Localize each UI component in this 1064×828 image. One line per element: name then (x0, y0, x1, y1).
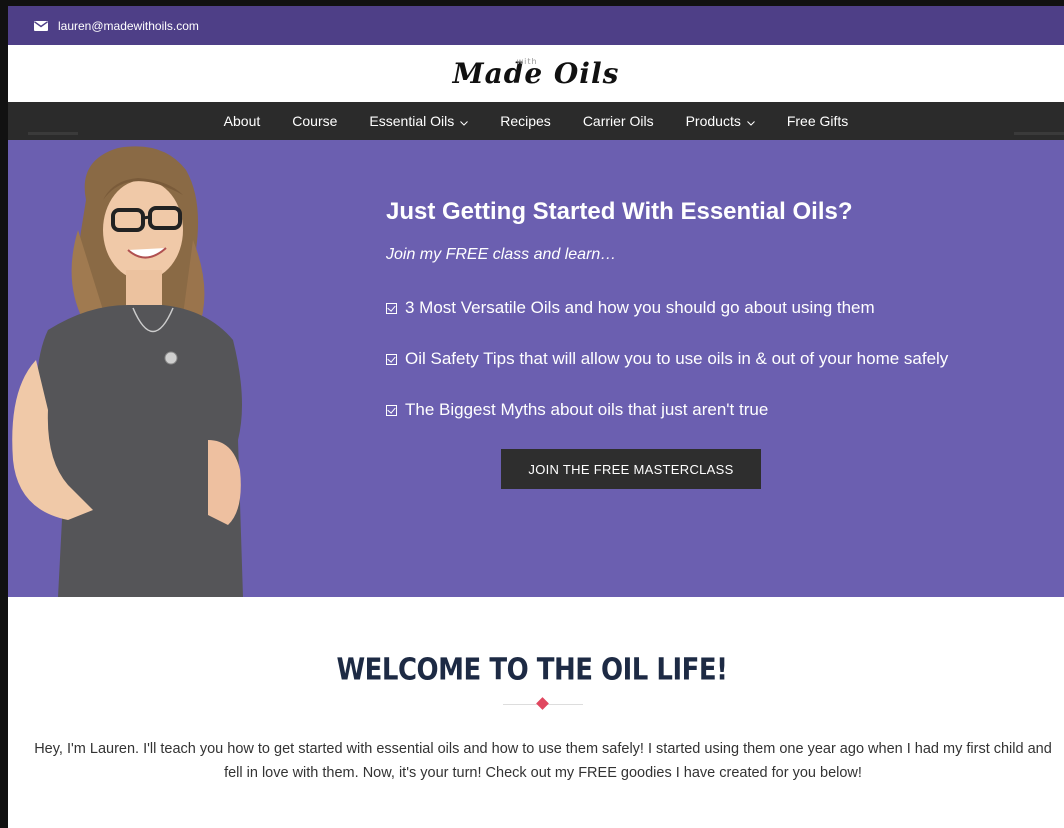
chevron-down-icon (460, 113, 469, 129)
join-masterclass-button[interactable]: JOIN THE FREE MASTERCLASS (501, 449, 761, 489)
main-nav: About Course Essential Oils Recipes Carr… (8, 102, 1064, 140)
hero-subtitle: Join my FREE class and learn… (386, 246, 617, 263)
welcome-paragraph: Hey, I'm Lauren. I'll teach you how to g… (34, 741, 1052, 781)
nav-edge-right (1014, 132, 1064, 135)
site-logo[interactable]: Made Oils with (453, 57, 620, 90)
top-bar: lauren@madewithoils.com (8, 6, 1064, 45)
logo-bar: Made Oils with (8, 45, 1064, 102)
checkbox-icon (386, 404, 397, 416)
chevron-down-icon (746, 113, 755, 129)
nav-item-products[interactable]: Products (686, 113, 755, 129)
checkbox-icon (386, 302, 397, 314)
benefit-item: 3 Most Versatile Oils and how you should… (386, 298, 875, 318)
section-divider (503, 697, 583, 711)
nav-item-essential-oils[interactable]: Essential Oils (369, 113, 469, 129)
benefit-item: The Biggest Myths about oils that just a… (386, 400, 768, 420)
nav-item-carrier-oils[interactable]: Carrier Oils (583, 113, 654, 129)
mail-icon (34, 20, 48, 31)
checkbox-icon (386, 353, 397, 365)
benefit-item: Oil Safety Tips that will allow you to u… (386, 349, 948, 369)
nav-item-about[interactable]: About (224, 113, 261, 129)
hero-person-photo (12, 146, 243, 597)
email-link[interactable]: lauren@madewithoils.com (58, 19, 199, 33)
hero-section: Just Getting Started With Essential Oils… (8, 140, 1064, 597)
hero-title: Just Getting Started With Essential Oils… (386, 198, 853, 225)
nav-edge-left (28, 132, 78, 135)
nav-item-recipes[interactable]: Recipes (500, 113, 551, 129)
nav-item-free-gifts[interactable]: Free Gifts (787, 113, 848, 129)
logo-small-text: with (516, 57, 538, 66)
diamond-icon (536, 697, 549, 710)
nav-item-course[interactable]: Course (292, 113, 337, 129)
welcome-heading: WELCOME TO THE OIL LIFE! (336, 653, 728, 688)
